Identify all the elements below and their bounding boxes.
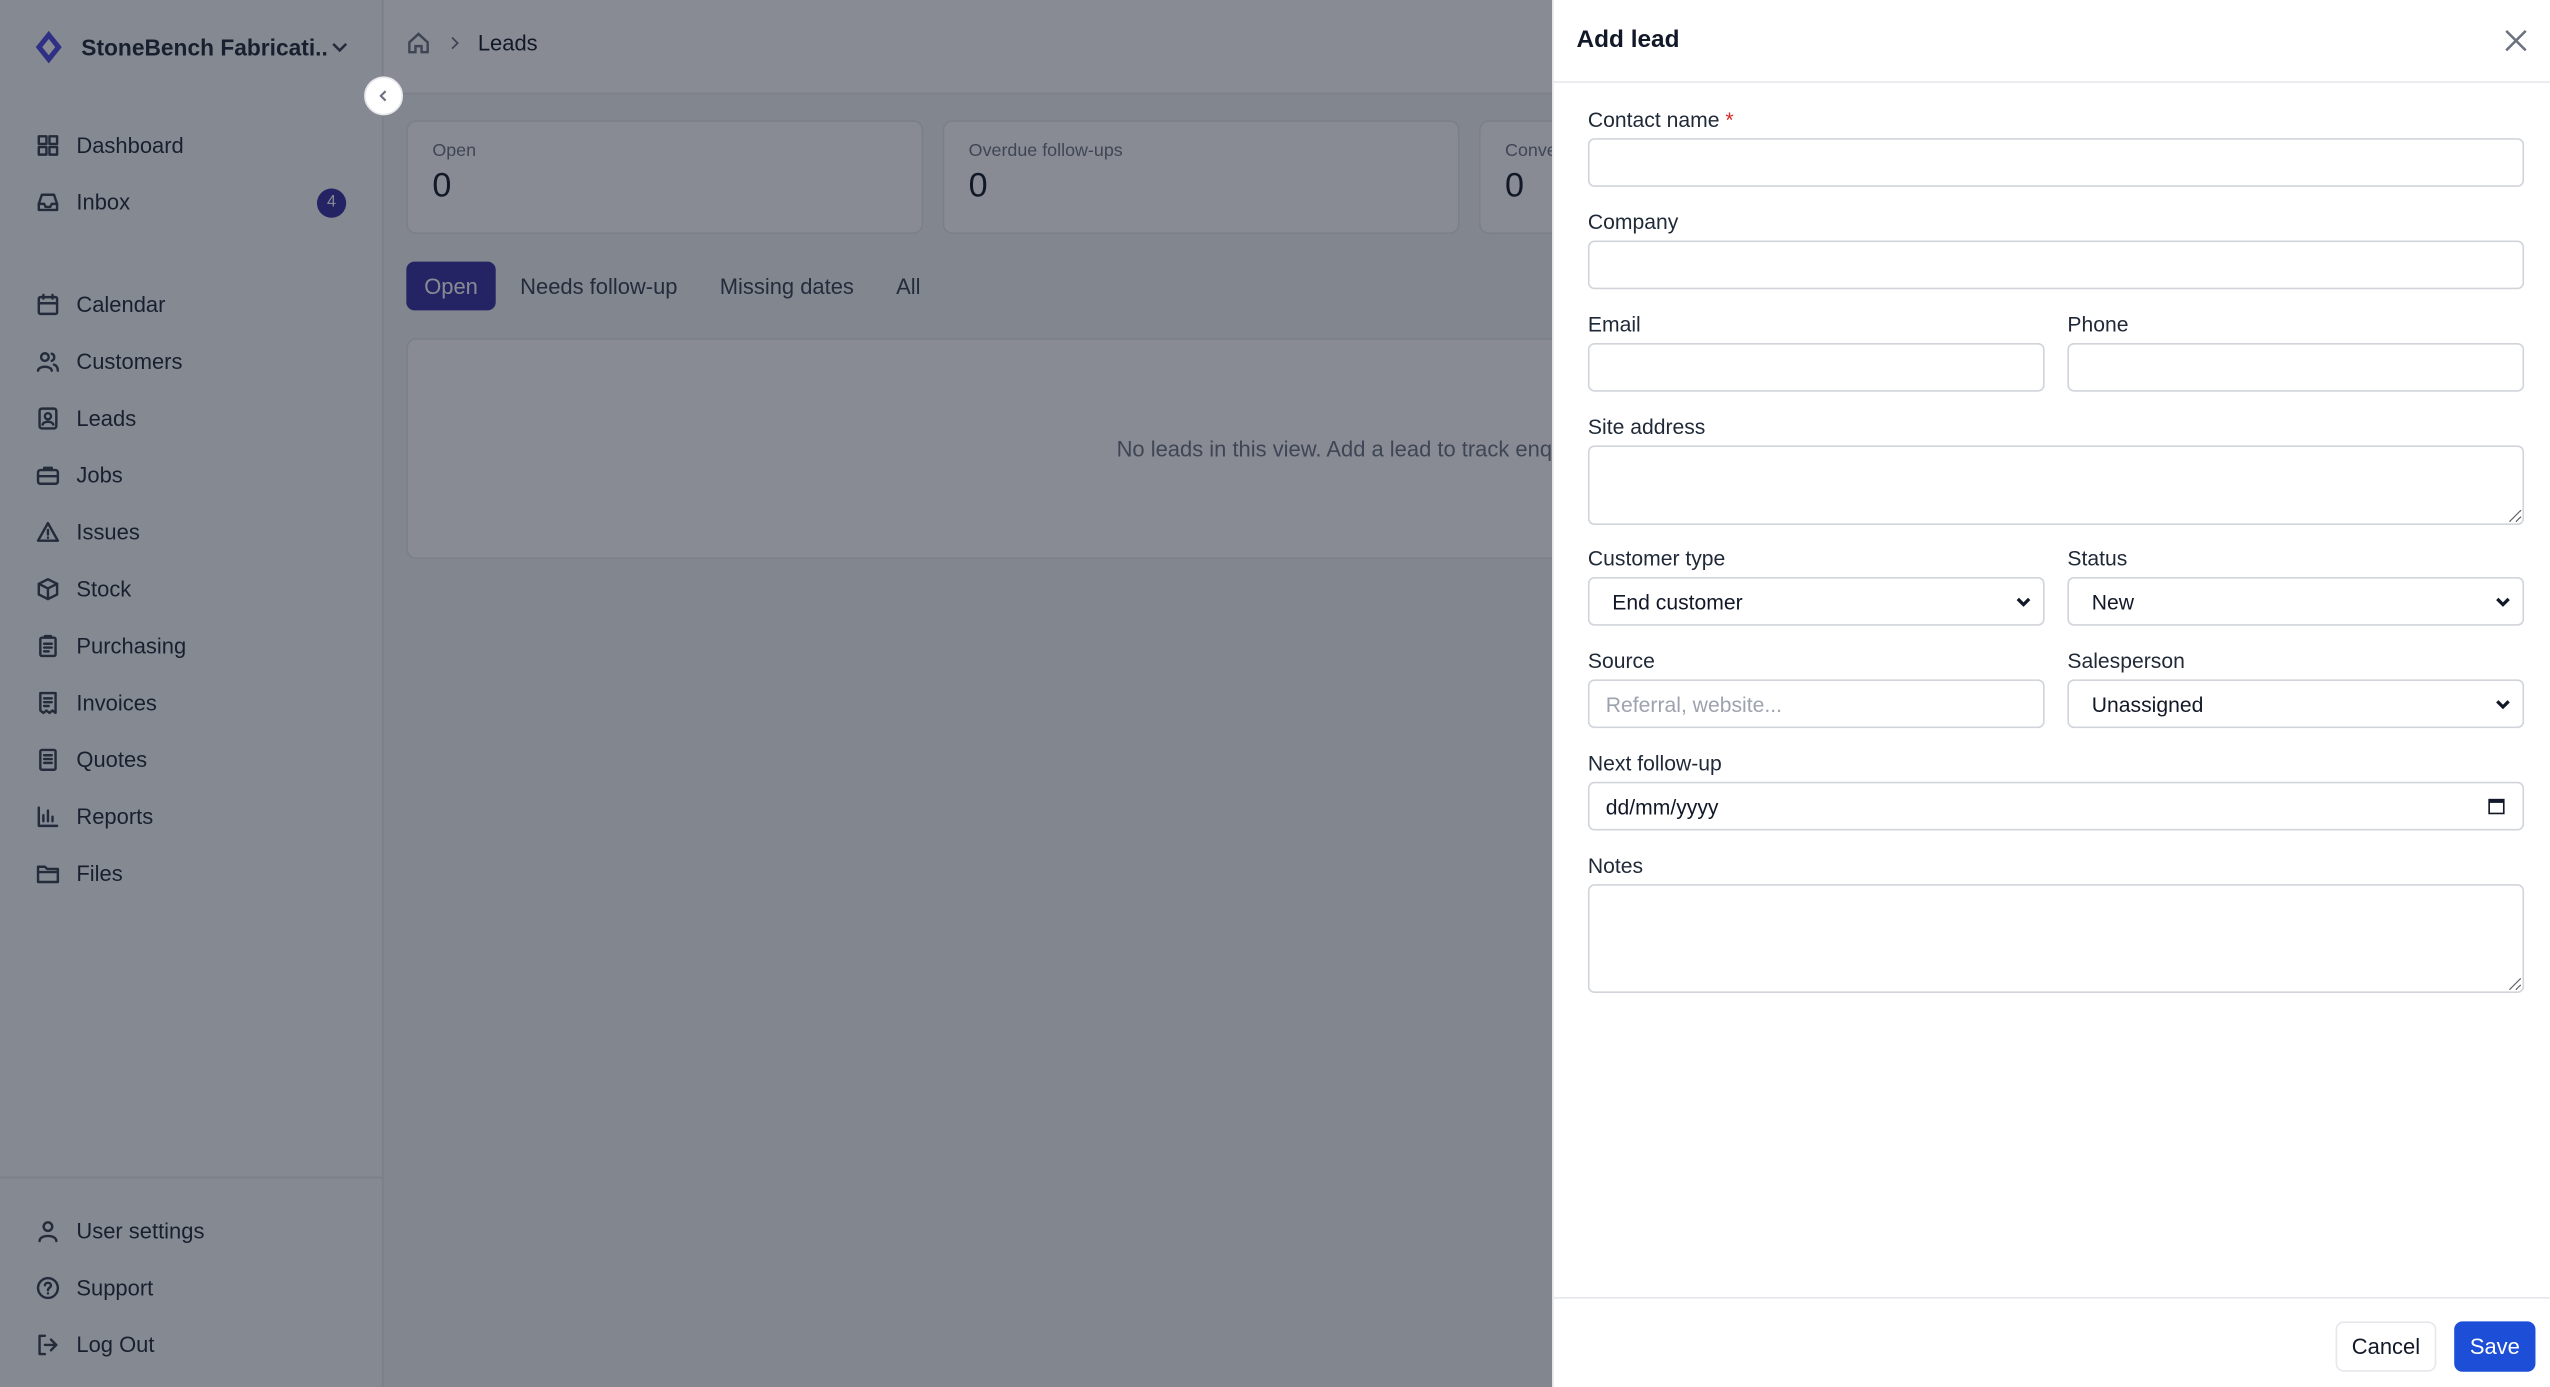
status-field: Status New [2067, 546, 2525, 626]
email-label: Email [1587, 312, 1641, 337]
source-field: Source [1587, 648, 2045, 729]
chevron-down-icon [2496, 700, 2510, 710]
phone-input[interactable] [2067, 342, 2525, 392]
customer-type-value: End customer [1612, 589, 1743, 614]
close-icon [2505, 29, 2527, 52]
phone-label: Phone [2067, 312, 2129, 337]
salesperson-field: Salesperson Unassigned [2067, 648, 2525, 729]
email-input[interactable] [1587, 342, 2045, 392]
customer-type-label: Customer type [1587, 546, 1726, 571]
collapse-sidebar-button[interactable] [364, 76, 404, 116]
next-follow-up-field: Next follow-up dd/mm/yyyy [1587, 750, 2525, 831]
status-label: Status [2067, 546, 2128, 571]
required-mark: * [1725, 107, 1734, 132]
customer-type-field: Customer type End customer [1587, 546, 2045, 626]
customer-type-select[interactable]: End customer [1587, 576, 2045, 626]
drawer-header: Add lead [1553, 0, 2550, 83]
next-follow-up-label: Next follow-up [1587, 750, 1722, 776]
next-follow-up-date-input[interactable]: dd/mm/yyyy [1587, 781, 2525, 831]
phone-field: Phone [2067, 312, 2525, 392]
salesperson-value: Unassigned [2091, 691, 2204, 716]
site-address-input[interactable] [1587, 445, 2525, 525]
status-select[interactable]: New [2067, 576, 2525, 626]
app-root: StoneBench Fabricati... Dashboard Inbox … [0, 0, 2550, 1387]
chevron-down-icon [2496, 597, 2510, 607]
company-field: Company [1587, 209, 2525, 290]
salesperson-select[interactable]: Unassigned [2067, 679, 2525, 729]
contact-name-label: Contact name [1587, 107, 1720, 132]
drawer-footer: Cancel Save [1553, 1296, 2550, 1387]
chevron-left-icon [379, 90, 387, 102]
calendar-icon[interactable] [2487, 796, 2507, 816]
contact-name-input[interactable] [1587, 138, 2525, 187]
email-field: Email [1587, 312, 2045, 392]
site-address-label: Site address [1587, 414, 1706, 439]
drawer-title: Add lead [1576, 26, 1680, 54]
date-format-value: dd/mm/yyyy [1605, 793, 1719, 819]
source-input[interactable] [1587, 679, 2045, 729]
notes-field: Notes [1587, 853, 2525, 994]
add-lead-drawer: Add lead Contact name * Company Email Ph… [1552, 0, 2550, 1387]
save-button[interactable]: Save [2454, 1321, 2536, 1372]
notes-input[interactable] [1587, 884, 2525, 994]
notes-label: Notes [1587, 853, 1644, 878]
field-label: Contact name * [1588, 107, 2524, 136]
company-input[interactable] [1587, 240, 2525, 290]
site-address-field: Site address [1587, 414, 2525, 525]
source-label: Source [1587, 648, 1655, 673]
status-value: New [2091, 589, 2135, 614]
chevron-down-icon [2016, 597, 2031, 607]
close-button[interactable] [2501, 26, 2530, 55]
company-label: Company [1587, 209, 1679, 235]
cancel-button[interactable]: Cancel [2335, 1321, 2437, 1372]
contact-name-field: Contact name * [1587, 107, 2525, 187]
salesperson-label: Salesperson [2067, 648, 2185, 673]
